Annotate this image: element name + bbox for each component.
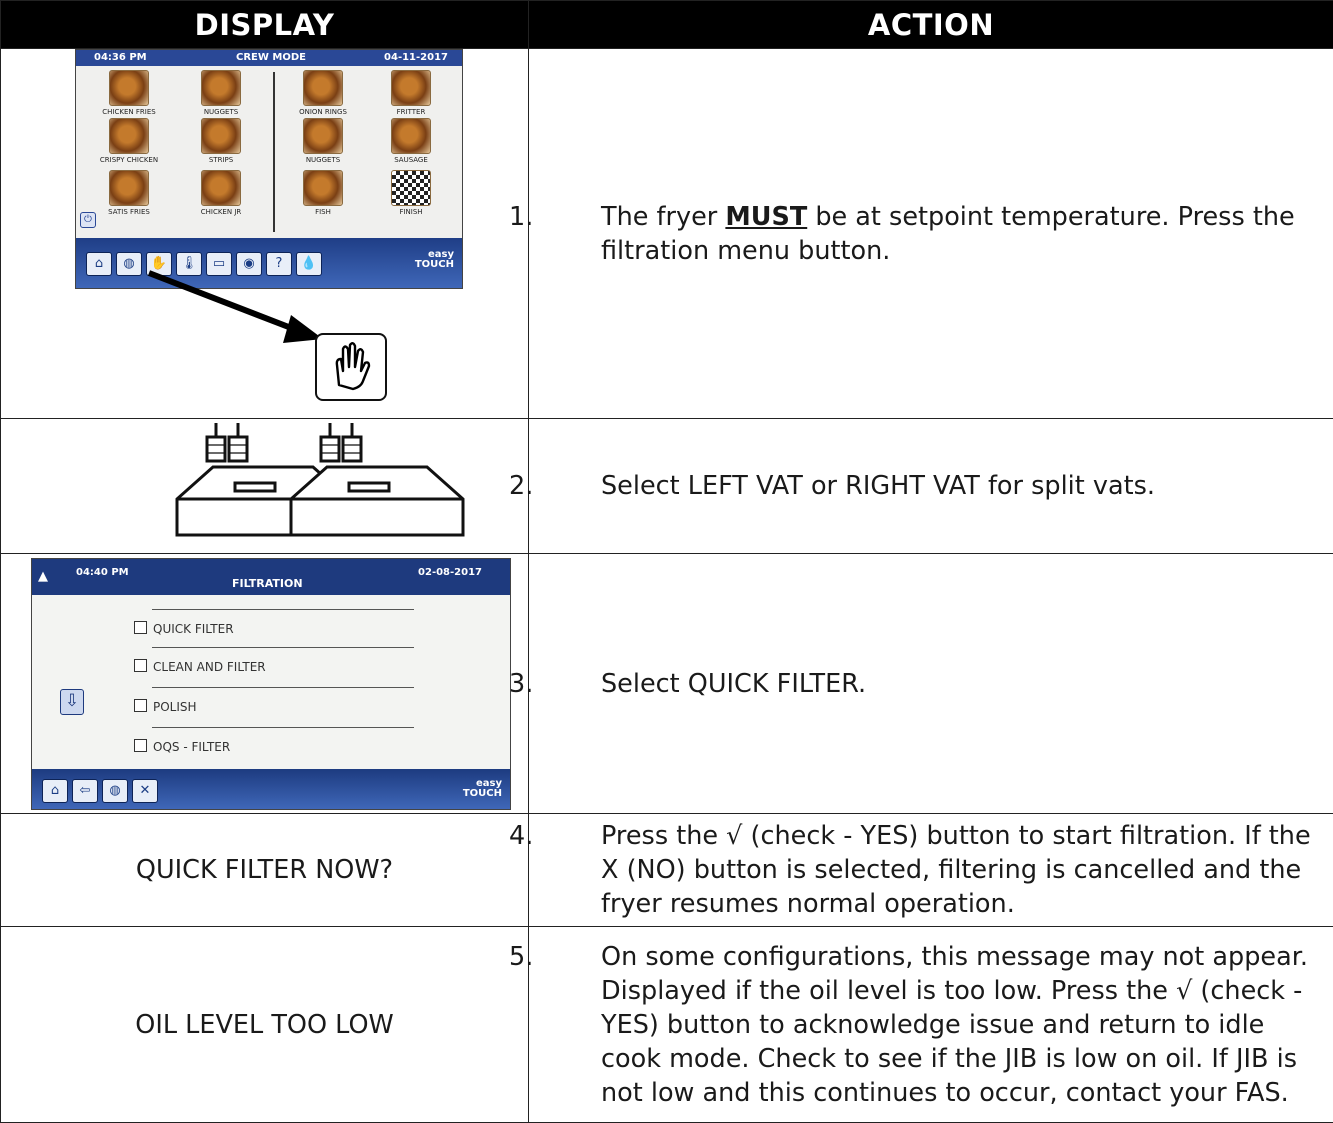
- step-row-4: QUICK FILTER NOW? 4. Press the √ (check -…: [0, 813, 1333, 927]
- home-icon[interactable]: ⌂: [86, 252, 112, 276]
- crew-title: CREW MODE: [236, 52, 306, 63]
- procedure-table: DISPLAY ACTION 04:36 PM CREW MODE 04-11-…: [0, 0, 1333, 1123]
- step-3-action: 3. Select QUICK FILTER.: [509, 553, 1333, 814]
- tile-fish[interactable]: FISH: [278, 170, 368, 216]
- filtration-menu-button[interactable]: [315, 333, 387, 401]
- right-vat-icon[interactable]: [285, 423, 465, 543]
- filt-bottombar: ⌂ ⇦ ◍ ✕ easy TOUCH: [32, 768, 510, 809]
- crew-topbar: 04:36 PM CREW MODE 04-11-2017: [76, 50, 462, 66]
- step-3-display: ▲ 04:40 PM FILTRATION 02-08-2017 QUICK F…: [0, 553, 529, 814]
- tile-chicken-jr[interactable]: CHICKEN JR: [176, 170, 266, 216]
- checkbox-icon: [134, 658, 147, 672]
- tile-strips[interactable]: STRIPS: [176, 118, 266, 164]
- tile-satis-fries[interactable]: SATIS FRIES: [84, 170, 174, 216]
- easytouch-logo: easy TOUCH: [414, 249, 454, 270]
- option-oqs-filter[interactable]: OQS - FILTER: [134, 738, 230, 754]
- tile-fritter[interactable]: FRITTER: [366, 70, 456, 116]
- filt-date: 02-08-2017: [418, 566, 482, 578]
- filter-hand-icon: [335, 342, 371, 391]
- step-row-3: ▲ 04:40 PM FILTRATION 02-08-2017 QUICK F…: [0, 553, 1333, 814]
- step-5-action: 5. On some configurations, this message m…: [509, 926, 1333, 1123]
- back-arrow-icon[interactable]: ⇦: [72, 778, 98, 803]
- sandwich-icon: [303, 170, 343, 206]
- crew-time: 04:36 PM: [94, 52, 147, 63]
- globe-icon[interactable]: ◍: [102, 778, 128, 803]
- tile-sausage[interactable]: SAUSAGE: [366, 118, 456, 164]
- option-quick-filter[interactable]: QUICK FILTER: [134, 620, 234, 636]
- step-1-display: 04:36 PM CREW MODE 04-11-2017 CHICKEN FR…: [0, 48, 529, 419]
- display-header: DISPLAY: [0, 0, 529, 49]
- home-icon[interactable]: ⌂: [42, 778, 68, 803]
- sandwich-icon: [201, 170, 241, 206]
- header-row: DISPLAY ACTION: [0, 0, 1333, 49]
- step-2-display: [0, 418, 529, 554]
- tile-chicken-fries[interactable]: CHICKEN FRIES: [84, 70, 174, 116]
- tile-finish[interactable]: FINISH: [366, 170, 456, 216]
- filt-title: FILTRATION: [232, 576, 303, 590]
- crispy-chicken-icon: [109, 118, 149, 154]
- fritter-icon: [391, 70, 431, 106]
- step-row-2: 2. Select LEFT VAT or RIGHT VAT for split…: [0, 418, 1333, 554]
- checkered-flag-icon: [391, 170, 431, 206]
- strips-icon: [201, 118, 241, 154]
- nuggets-icon: [201, 70, 241, 106]
- tile-nuggets[interactable]: NUGGETS: [176, 70, 266, 116]
- fries-icon: [109, 170, 149, 206]
- power-icon[interactable]: ⏻: [80, 212, 96, 228]
- step-4-action: 4. Press the √ (check - YES) button to st…: [509, 813, 1333, 927]
- tile-nuggets-right[interactable]: NUGGETS: [278, 118, 368, 164]
- crew-divider: [273, 72, 275, 232]
- chicken-fries-icon: [109, 70, 149, 106]
- tile-onion-rings[interactable]: ONION RINGS: [278, 70, 368, 116]
- step-2-action: 2. Select LEFT VAT or RIGHT VAT for split…: [509, 418, 1333, 554]
- crew-date: 04-11-2017: [384, 52, 448, 63]
- tile-crispy-chicken[interactable]: CRISPY CHICKEN: [84, 118, 174, 164]
- step-row-1: 04:36 PM CREW MODE 04-11-2017 CHICKEN FR…: [0, 48, 1333, 419]
- step-1-action: 1. The fryer MUST be at setpoint temperat…: [509, 48, 1333, 419]
- option-clean-and-filter[interactable]: CLEAN AND FILTER: [134, 658, 266, 674]
- checkbox-icon: [134, 738, 147, 752]
- option-polish[interactable]: POLISH: [134, 698, 197, 714]
- onion-rings-icon: [303, 70, 343, 106]
- filtration-screen: ▲ 04:40 PM FILTRATION 02-08-2017 QUICK F…: [31, 557, 511, 810]
- nuggets-icon: [303, 118, 343, 154]
- checkbox-icon: [134, 620, 147, 634]
- globe-icon[interactable]: ◍: [116, 252, 142, 276]
- easytouch-logo: easy TOUCH: [462, 777, 502, 799]
- step-5-display: OIL LEVEL TOO LOW: [0, 926, 529, 1123]
- arrow-down-icon[interactable]: ⇩: [60, 688, 84, 715]
- tools-icon[interactable]: ✕: [132, 778, 158, 803]
- sausage-icon: [391, 118, 431, 154]
- step-4-display: QUICK FILTER NOW?: [0, 813, 529, 927]
- checkbox-icon: [134, 698, 147, 712]
- pointer-arrow: [147, 270, 323, 343]
- action-header: ACTION: [528, 0, 1333, 49]
- filt-time: 04:40 PM: [76, 566, 129, 578]
- fryer-icon: ▲: [38, 568, 48, 584]
- step-row-5: OIL LEVEL TOO LOW 5. On some configuratio…: [0, 926, 1333, 1123]
- filt-topbar: ▲ 04:40 PM FILTRATION 02-08-2017: [32, 558, 510, 595]
- crew-mode-screen: 04:36 PM CREW MODE 04-11-2017 CHICKEN FR…: [75, 49, 463, 289]
